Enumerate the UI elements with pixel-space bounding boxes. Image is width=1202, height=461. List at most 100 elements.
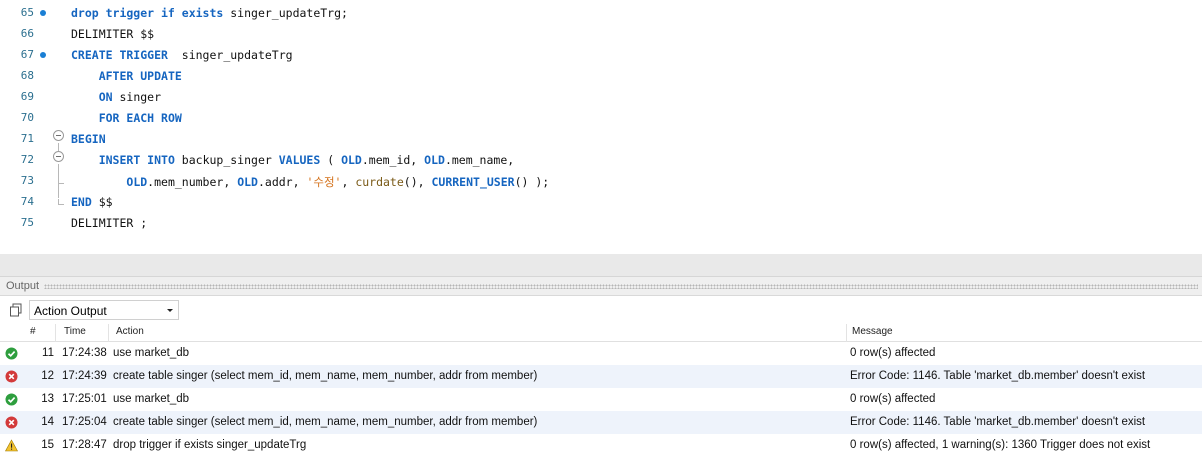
sql-token: .mem_name, [444,153,515,167]
sql-keyword: ON [98,90,113,104]
line-number: 72 [20,153,34,166]
code-text: ON singer [71,90,161,104]
row-action: create table singer (select mem_id, mem_… [113,370,538,382]
code-text: FOR EACH ROW [71,111,182,125]
row-action: drop trigger if exists singer_updateTrg [113,439,307,451]
statement-marker-icon[interactable] [40,52,46,58]
output-row[interactable]: 14 17:25:04 create table singer (select me… [0,411,1202,434]
sql-token: .addr, [257,175,307,189]
output-row[interactable]: 15 17:28:47 drop trigger if exists singer_… [0,434,1202,457]
output-row[interactable]: 13 17:25:01 use market_db 0 row(s) affected [0,388,1202,411]
editor-scroll-area [0,254,1202,276]
sql-string: '수정' [306,175,342,189]
sql-token: singer_updateTrg [167,48,293,62]
output-row[interactable]: 12 17:24:39 create table singer (select me… [0,365,1202,388]
output-type-select[interactable]: Action Output [29,300,179,320]
sql-keyword: OLD [424,153,445,167]
code-text: END $$ [71,195,113,209]
row-message: 0 row(s) affected, 1 warning(s): 1360 Tr… [850,439,1151,451]
code-line[interactable]: 73 OLD.mem_number, OLD.addr, '수정', curda… [0,171,1202,192]
column-divider[interactable] [846,324,847,342]
line-number: 66 [20,27,34,40]
sql-keyword: BEGIN [71,132,106,146]
row-time: 17:25:01 [62,393,107,405]
row-time: 17:24:39 [62,370,107,382]
code-text: AFTER UPDATE [71,69,182,83]
sql-keyword: INSERT INTO [98,153,175,167]
row-number: 11 [42,347,54,359]
output-row[interactable]: 11 17:24:38 use market_db 0 row(s) affected [0,342,1202,365]
sql-keyword: CREATE TRIGGER [71,48,168,62]
code-line[interactable]: 67 CREATE TRIGGER singer_updateTrg [0,45,1202,66]
line-number: 68 [20,69,34,82]
code-line[interactable]: 74 END $$ [0,192,1202,213]
row-message: Error Code: 1146. Table 'market_db.membe… [850,416,1146,428]
sql-token: (), [403,175,432,189]
row-action: use market_db [113,393,190,405]
row-time: 17:24:38 [62,347,107,359]
row-message: Error Code: 1146. Table 'market_db.membe… [850,370,1146,382]
column-divider[interactable] [108,324,109,342]
sql-keyword: drop trigger if exists [71,6,224,20]
sql-keyword: OLD [126,175,148,189]
sql-keyword: AFTER UPDATE [98,69,182,83]
code-text: CREATE TRIGGER singer_updateTrg [71,48,293,62]
code-text: drop trigger if exists singer_updateTrg; [71,6,348,20]
row-time: 17:28:47 [62,439,107,451]
chevron-down-icon [167,309,173,312]
statement-marker-icon[interactable] [40,10,46,16]
sql-token: () ); [514,175,550,189]
sql-keyword: OLD [237,175,258,189]
sql-function: curdate [355,175,404,189]
copy-icon[interactable] [9,303,23,317]
output-panel-header[interactable]: Output [0,276,1202,296]
line-number: 71 [20,132,34,145]
success-icon [5,347,18,360]
code-text: OLD.mem_number, OLD.addr, '수정', curdate(… [71,174,549,190]
code-line[interactable]: 75 DELIMITER ; [0,213,1202,234]
output-panel-title: Output [6,280,40,292]
column-header-message[interactable]: Message [852,326,893,337]
column-header-number[interactable]: # [30,326,36,337]
line-number: 69 [20,90,34,103]
row-number: 14 [41,416,54,428]
sql-token: , [341,175,356,189]
code-line[interactable]: 72 INSERT INTO backup_singer VALUES ( OL… [0,150,1202,171]
sql-keyword: END [71,195,92,209]
panel-grip[interactable] [44,284,1198,289]
row-message: 0 row(s) affected [850,347,936,359]
code-text: INSERT INTO backup_singer VALUES ( OLD.m… [71,153,514,167]
row-number: 12 [41,370,54,382]
sql-keyword: FOR EACH ROW [98,111,182,125]
row-number: 13 [41,393,54,405]
sql-token: .mem_id, [361,153,425,167]
code-line[interactable]: 66 DELIMITER $$ [0,24,1202,45]
column-header-time[interactable]: Time [64,326,86,337]
warning-icon [4,439,19,452]
output-grid-header: # Time Action Message [0,324,1202,342]
line-number: 73 [20,174,34,187]
code-line[interactable]: 71 BEGIN [0,129,1202,150]
row-action: use market_db [113,347,190,359]
code-line[interactable]: 68 AFTER UPDATE [0,66,1202,87]
sql-keyword: OLD [341,153,362,167]
code-line[interactable]: 65 drop trigger if exists singer_updateTr… [0,3,1202,24]
line-number: 74 [20,195,34,208]
sql-token: DELIMITER ; [71,216,148,230]
row-time: 17:25:04 [62,416,107,428]
sql-token: singer [112,90,162,104]
code-text: DELIMITER ; [71,216,147,230]
sql-token: DELIMITER $$ [71,27,155,41]
column-divider[interactable] [55,324,56,342]
code-line[interactable]: 69 ON singer [0,87,1202,108]
sql-editor[interactable]: 65 drop trigger if exists singer_updateTr… [0,0,1202,254]
code-line[interactable]: 70 FOR EACH ROW [0,108,1202,129]
column-header-action[interactable]: Action [116,326,144,337]
line-number: 70 [20,111,34,124]
row-number: 15 [41,439,54,451]
output-panel: Output Action Output # Time Action Messa… [0,276,1202,461]
